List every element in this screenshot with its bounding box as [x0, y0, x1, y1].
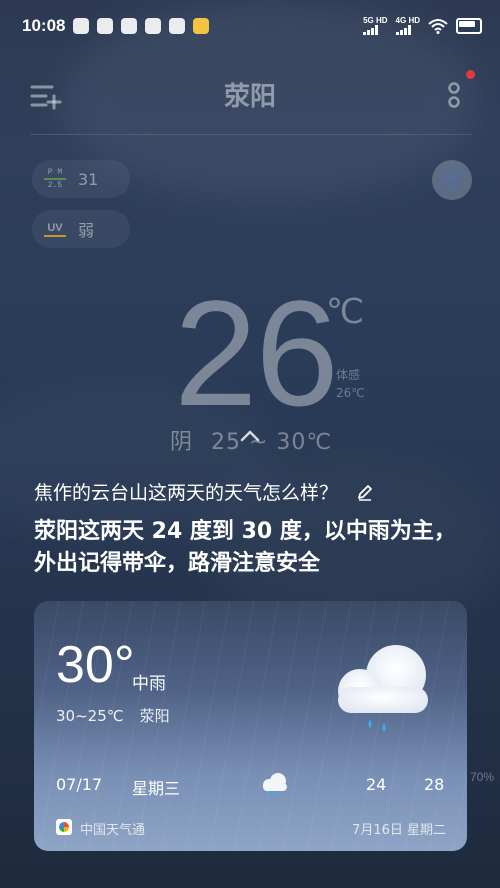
- status-bar: 10:08 5G HD 4G HD: [0, 0, 500, 52]
- weather-card[interactable]: 30° 中雨 30~25℃ 荥阳 07/17 星期三 24 28 中国天气通 7…: [34, 601, 467, 851]
- update-date: 7月16日 星期二: [352, 823, 446, 838]
- page-title: 荥阳: [223, 82, 276, 112]
- signal-4g-icon: 4G HD: [395, 16, 420, 35]
- edit-icon[interactable]: [356, 483, 374, 501]
- location-pin-icon: [444, 169, 460, 191]
- pm25-value: 31: [78, 169, 99, 189]
- weibo-app-icon: [73, 18, 90, 34]
- uv-value: 弱: [78, 221, 95, 240]
- current-temperature: 26: [174, 269, 339, 437]
- notification-app-icon: [193, 18, 210, 34]
- card-city: 荥阳: [139, 707, 170, 725]
- tiktok-app-icon: [145, 18, 162, 34]
- feels-like-label: 体感: [336, 368, 361, 382]
- notification-app-icon: [169, 18, 186, 34]
- signal-5g-icon: 5G HD: [363, 16, 388, 35]
- wifi-icon: [428, 19, 448, 34]
- temperature-unit: ℃: [326, 293, 365, 331]
- current-range: 25 ~ 30℃: [211, 430, 333, 455]
- forecast-low: 24: [366, 775, 387, 794]
- uv-icon: UV: [44, 222, 66, 237]
- side-percentage: 70%: [470, 770, 495, 784]
- notification-app-icon: [97, 18, 114, 34]
- uv-chip[interactable]: UV 弱: [32, 210, 130, 248]
- app-header: 荥阳: [0, 60, 500, 130]
- query-text: 焦作的云台山这两天的天气怎么样？: [34, 482, 339, 504]
- chevron-up-icon[interactable]: [239, 428, 261, 442]
- pm25-label-top: P M: [47, 168, 63, 177]
- assistant-query[interactable]: 焦作的云台山这两天的天气怎么样？: [34, 478, 374, 505]
- pm25-chip[interactable]: P M 2.5 31: [32, 160, 130, 198]
- weather-source-logo-icon: [56, 819, 72, 835]
- forecast-date: 07/17: [56, 775, 103, 794]
- card-condition: 中雨: [132, 674, 166, 694]
- card-temperature: 30°: [56, 636, 135, 694]
- network-label: 4G HD: [395, 16, 420, 25]
- network-label: 5G HD: [363, 16, 388, 25]
- more-options-icon[interactable]: [438, 78, 472, 112]
- rain-cloud-icon: [338, 645, 428, 732]
- battery-icon: [456, 18, 482, 34]
- feels-like: 体感 26℃: [336, 366, 365, 402]
- pm25-icon: P M 2.5: [44, 168, 66, 190]
- feels-like-value: 26℃: [336, 386, 365, 400]
- card-range: 30~25℃: [56, 707, 124, 725]
- current-condition: 阴: [170, 430, 194, 455]
- notification-app-icon: [121, 18, 138, 34]
- header-divider: [30, 134, 472, 135]
- assistant-answer: 荥阳这两天 24 度到 30 度，以中雨为主，外出记得带伞，路滑注意安全: [34, 519, 456, 576]
- status-time: 10:08: [22, 16, 66, 35]
- weather-source: 中国天气通: [80, 823, 146, 838]
- location-button[interactable]: [432, 160, 472, 200]
- forecast-weekday: 星期三: [132, 779, 181, 798]
- notification-dot: [466, 70, 475, 79]
- forecast-high: 28: [424, 775, 445, 794]
- pm25-label-bottom: 2.5: [47, 181, 63, 190]
- small-rain-cloud-icon: [263, 773, 287, 797]
- card-range-line: 30~25℃ 荥阳: [56, 705, 170, 726]
